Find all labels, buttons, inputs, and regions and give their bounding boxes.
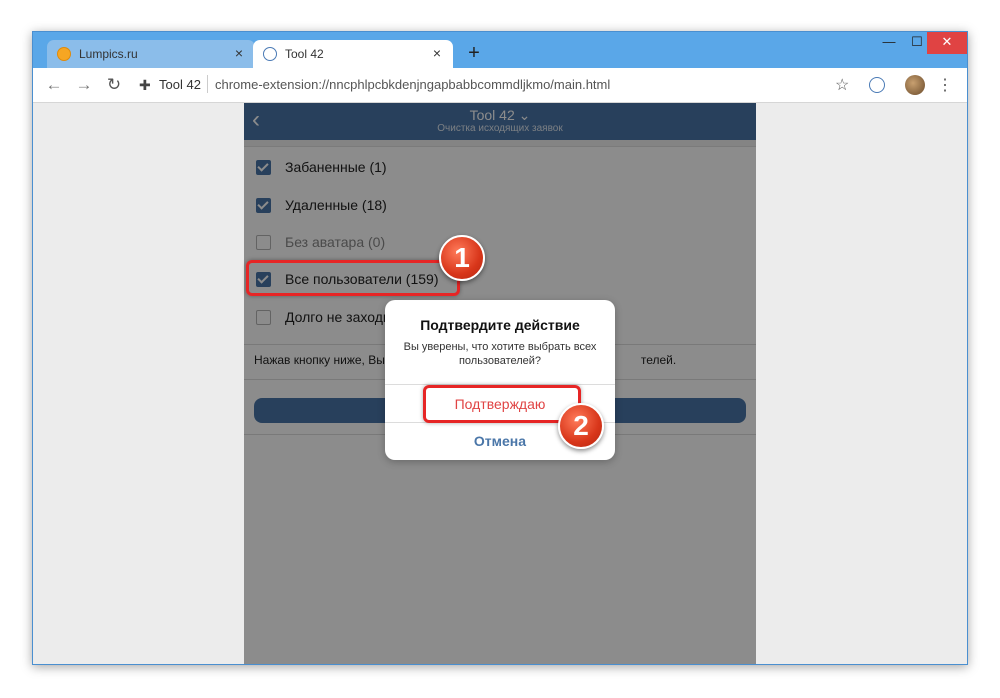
step-1-badge: 1 (439, 235, 485, 281)
dialog-message: Вы уверены, что хотите выбрать всех поль… (403, 341, 597, 367)
highlight-all-users (246, 260, 460, 296)
site-chip: Tool 42 (159, 77, 201, 92)
new-tab-button[interactable]: + (463, 42, 485, 64)
tab-lumpics[interactable]: Lumpics.ru × (47, 40, 255, 68)
tab-title: Tool 42 (285, 47, 324, 61)
tab-tool42[interactable]: Tool 42 × (253, 40, 453, 68)
reload-button[interactable]: ↻ (103, 75, 125, 95)
browser-toolbar: ← → ↻ ✚ Tool 42 chrome-extension://nncph… (33, 68, 967, 103)
tab-title: Lumpics.ru (79, 47, 138, 61)
step-2-badge: 2 (558, 403, 604, 449)
bookmark-star-icon[interactable]: ☆ (835, 75, 849, 95)
url-text[interactable]: chrome-extension://nncphlpcbkdenjngapbab… (215, 77, 610, 92)
dialog-title: Подтвердите действие (420, 317, 580, 333)
browser-menu-icon[interactable]: ⋮ (937, 75, 953, 95)
tab-close-icon[interactable]: × (429, 45, 445, 61)
tab-close-icon[interactable]: × (231, 45, 247, 61)
close-window-button[interactable]: ✕ (927, 32, 967, 54)
forward-button[interactable]: → (73, 75, 95, 95)
omnibox-divider (207, 75, 208, 93)
extension-puzzle-icon: ✚ (139, 77, 151, 93)
back-button[interactable]: ← (43, 75, 65, 95)
tool42-extension-icon[interactable] (869, 77, 885, 93)
address-bar[interactable]: ✚ Tool 42 chrome-extension://nncphlpcbkd… (133, 72, 853, 98)
tool42-favicon-icon (263, 47, 277, 61)
profile-avatar[interactable] (905, 75, 925, 95)
lumpics-favicon-icon (57, 47, 71, 61)
highlight-confirm (423, 385, 581, 423)
title-bar: Lumpics.ru × Tool 42 × + — ☐ ✕ (33, 32, 967, 68)
